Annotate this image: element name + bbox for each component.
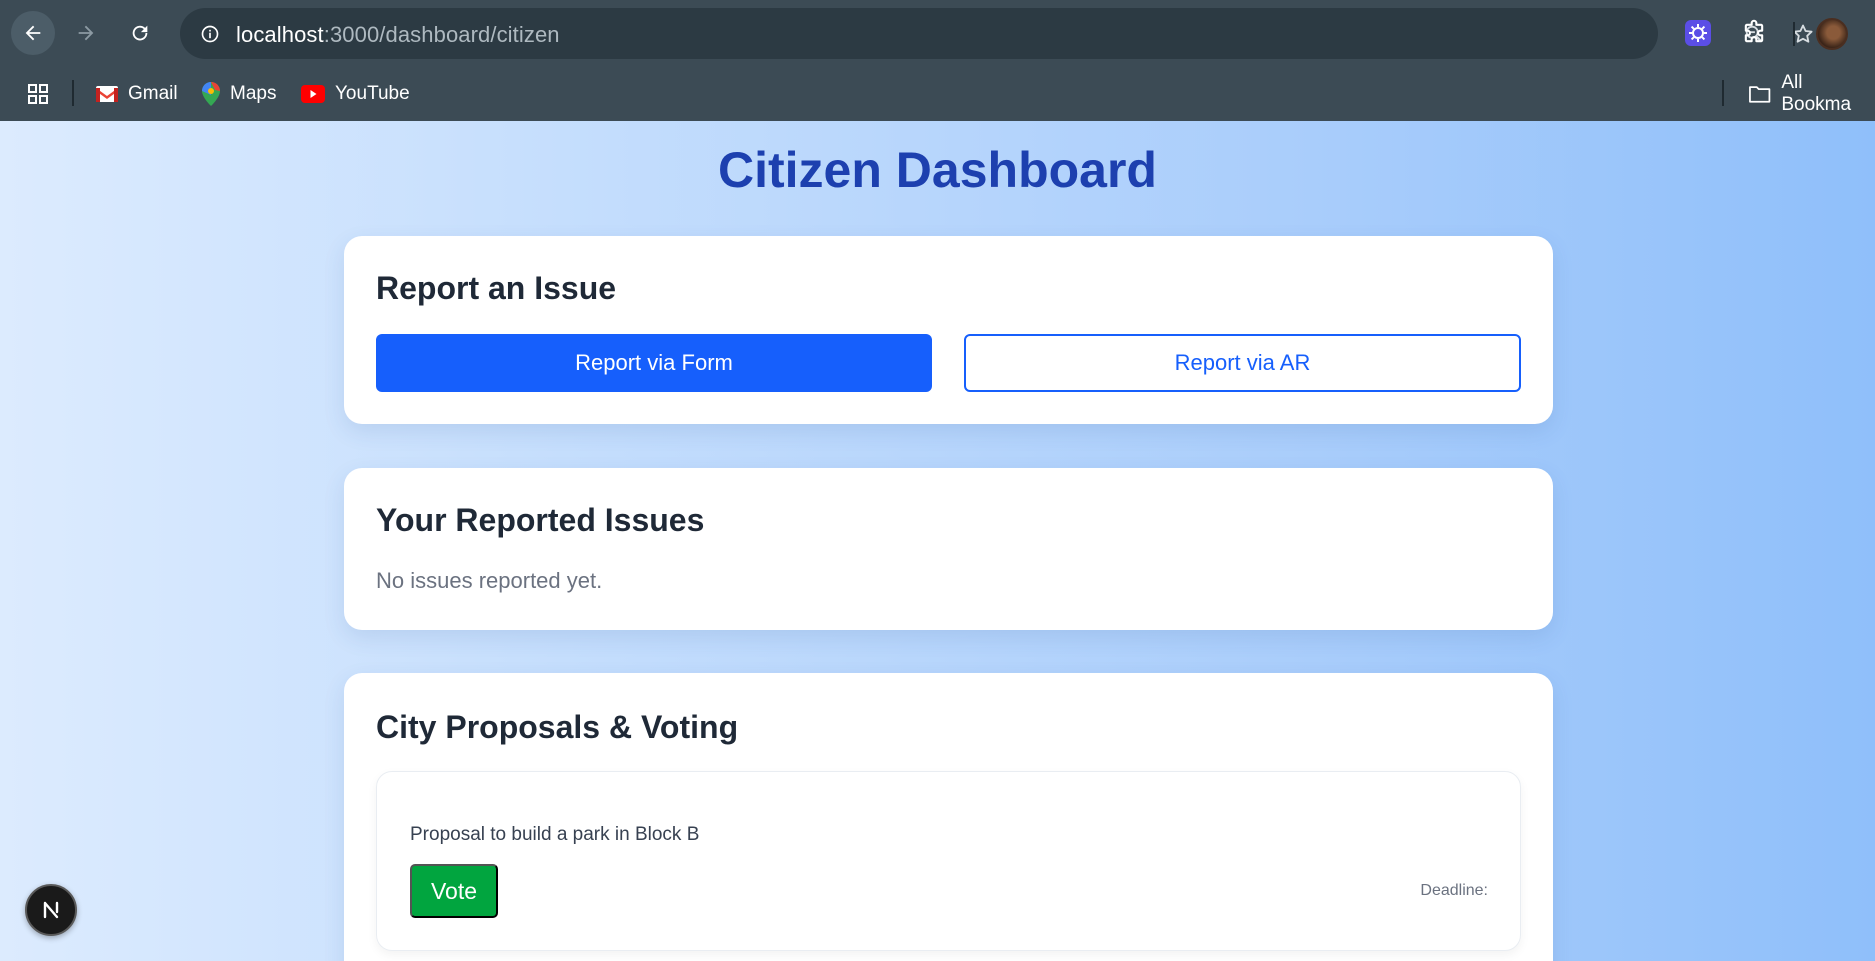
extensions-button[interactable] — [1738, 17, 1770, 49]
all-bookmarks-button[interactable]: All Bookma — [1748, 72, 1875, 115]
nextjs-logo-icon — [43, 901, 59, 919]
bookmarks-divider-right — [1722, 80, 1724, 106]
maps-pin-icon — [202, 82, 220, 106]
city-proposals-heading: City Proposals & Voting — [376, 709, 739, 745]
proposal-title: Proposal to build a park in Block B — [410, 824, 700, 845]
bookmark-gmail[interactable]: Gmail — [96, 80, 178, 108]
report-issue-heading: Report an Issue — [376, 270, 617, 306]
back-button[interactable] — [11, 11, 55, 55]
apps-grid-icon — [28, 84, 48, 104]
bookmark-maps[interactable]: Maps — [202, 80, 276, 108]
vote-button[interactable]: Vote — [410, 864, 498, 918]
city-proposals-card: City Proposals & Voting Proposal to buil… — [344, 673, 1553, 961]
reload-button[interactable] — [118, 11, 162, 55]
url-path: :3000/dashboard/citizen — [323, 22, 560, 47]
gmail-icon — [96, 86, 118, 102]
proposal-item: Proposal to build a park in Block B Vote… — [376, 771, 1521, 951]
bookmark-youtube[interactable]: YouTube — [301, 80, 410, 108]
bookmark-gmail-label: Gmail — [128, 83, 178, 104]
forward-button[interactable] — [64, 11, 108, 55]
bookmarks-divider — [72, 80, 74, 106]
folder-icon — [1749, 86, 1771, 103]
all-bookmarks-label: All Bookma — [1781, 72, 1852, 115]
address-bar[interactable]: localhost:3000/dashboard/citizen — [180, 8, 1813, 59]
url-text: localhost:3000/dashboard/citizen — [236, 22, 560, 48]
bookmark-youtube-label: YouTube — [335, 83, 410, 104]
report-via-ar-button[interactable]: Report via AR — [964, 334, 1521, 392]
nextjs-dev-badge[interactable] — [25, 884, 77, 936]
reload-icon — [132, 25, 148, 41]
bookmark-maps-label: Maps — [230, 83, 277, 104]
extensions-puzzle-icon — [1744, 19, 1764, 43]
browser-chrome: localhost:3000/dashboard/citizen Gmail M… — [0, 0, 1875, 121]
proposal-deadline: Deadline: — [1420, 882, 1488, 899]
no-issues-text: No issues reported yet. — [376, 568, 603, 593]
site-info-icon — [201, 25, 219, 43]
page-title: Citizen Dashboard — [718, 142, 1157, 198]
youtube-icon — [301, 85, 325, 103]
reported-issues-card: Your Reported Issues No issues reported … — [344, 468, 1553, 630]
page-viewport: Citizen Dashboard Report an Issue Report… — [0, 121, 1875, 961]
extension-app-icon — [1685, 20, 1711, 46]
report-via-form-button[interactable]: Report via Form — [376, 334, 932, 392]
profile-avatar[interactable] — [1816, 18, 1848, 50]
url-host: localhost — [236, 22, 324, 47]
extension-app-button[interactable] — [1682, 17, 1714, 49]
report-issue-card: Report an Issue Report via Form Report v… — [344, 236, 1553, 424]
back-icon — [25, 25, 41, 41]
site-info-button[interactable] — [194, 18, 226, 50]
browser-toolbar: localhost:3000/dashboard/citizen — [0, 0, 1875, 68]
bookmarks-bar: Gmail Maps YouTube All Bookma — [0, 68, 1875, 121]
forward-icon — [78, 25, 94, 41]
reported-issues-heading: Your Reported Issues — [376, 502, 705, 538]
apps-button[interactable] — [26, 80, 50, 108]
toolbar-divider — [1793, 22, 1795, 46]
